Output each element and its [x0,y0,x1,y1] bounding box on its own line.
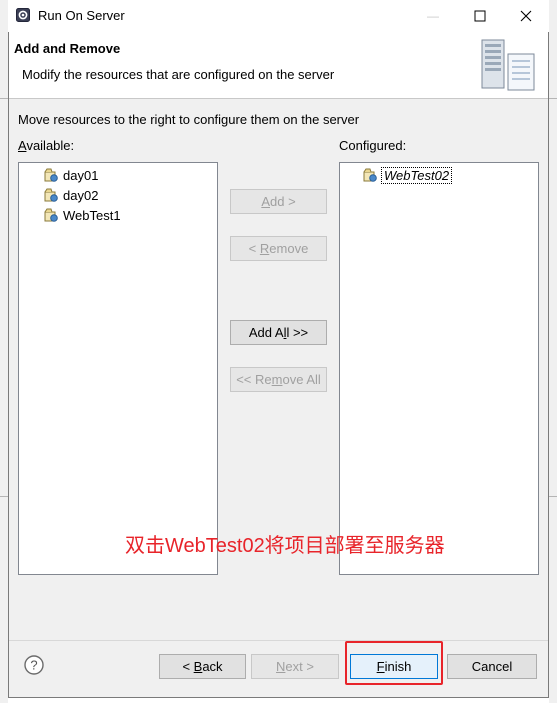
remove-button-label-rest: emove [269,241,309,256]
minimize-button[interactable]: — [410,0,456,32]
available-list[interactable]: day01 day02 WebTest1 [18,162,218,575]
list-item[interactable]: day02 [43,186,98,204]
add-all-button[interactable]: Add All >> [230,320,327,345]
header-description: Modify the resources that are configured… [22,67,335,82]
background-divider [0,98,8,99]
next-button[interactable]: Next > [251,654,339,679]
list-item[interactable]: day01 [43,166,98,184]
configured-label-pre: Confi [339,138,370,153]
next-button-label-rest: ext > [285,659,314,674]
minimize-icon: — [427,9,439,23]
web-project-icon [44,188,58,202]
add-all-button-label-rest: l >> [286,325,309,340]
available-label: Available: [18,138,74,153]
back-button[interactable]: < Back [159,654,246,679]
list-item-label: WebTest1 [63,207,121,223]
list-item-label: WebTest02 [380,166,453,184]
background-divider [0,496,8,497]
remove-button-mnemonic: R [259,241,270,256]
remove-all-button-mnemonic: m [271,372,283,387]
maximize-button[interactable] [457,0,503,32]
header-title: Add and Remove [14,41,121,56]
web-project-icon [363,168,377,182]
remove-all-button-label: << Re [236,372,272,387]
back-button-label: < [182,659,194,674]
add-all-button-label: Add A [248,325,284,340]
web-project-icon [44,168,58,182]
close-button[interactable] [503,0,549,32]
add-button[interactable]: Add > [230,189,327,214]
list-item-webtest02[interactable]: WebTest02 [362,166,453,184]
configured-label: Configured: [339,138,406,153]
finish-highlight-box [345,641,443,685]
background-divider [549,98,557,99]
close-icon [520,10,532,22]
web-project-icon [44,208,58,222]
cancel-button[interactable]: Cancel [447,654,537,679]
add-button-label-rest: dd > [270,194,296,209]
remove-button-label: < [248,241,260,256]
background-window-right [549,0,557,703]
add-button-mnemonic: A [261,194,270,209]
footer-divider [9,640,548,641]
annotation-text: 双击WebTest02将项目部署至服务器 [125,535,445,557]
remove-all-button-label-rest: ove All [282,372,321,387]
configured-label-mnemonic: g [369,138,377,153]
available-label-rest: vailable: [26,138,75,153]
server-illustration-icon [481,39,535,91]
help-icon[interactable]: ? [24,655,44,675]
back-button-mnemonic: B [193,659,203,674]
background-divider [549,496,557,497]
configured-list[interactable]: WebTest02 [339,162,539,575]
configured-label-post: ured: [376,138,407,153]
list-item-label: day02 [63,187,99,203]
maximize-icon [474,10,486,22]
eclipse-gear-icon [16,8,30,22]
remove-button[interactable]: < Remove [230,236,327,261]
window-title: Run On Server [38,8,125,23]
instruction-text: Move resources to the right to configure… [18,112,360,127]
list-item[interactable]: WebTest1 [43,206,121,224]
back-button-label-rest: ack [202,659,223,674]
remove-all-button[interactable]: << Re m ove All [230,367,327,392]
cancel-button-label: Cancel [471,659,513,674]
list-item-label: day01 [63,167,99,183]
next-button-mnemonic: N [276,659,286,674]
background-window-left [0,0,8,703]
svg-text:?: ? [30,658,37,673]
